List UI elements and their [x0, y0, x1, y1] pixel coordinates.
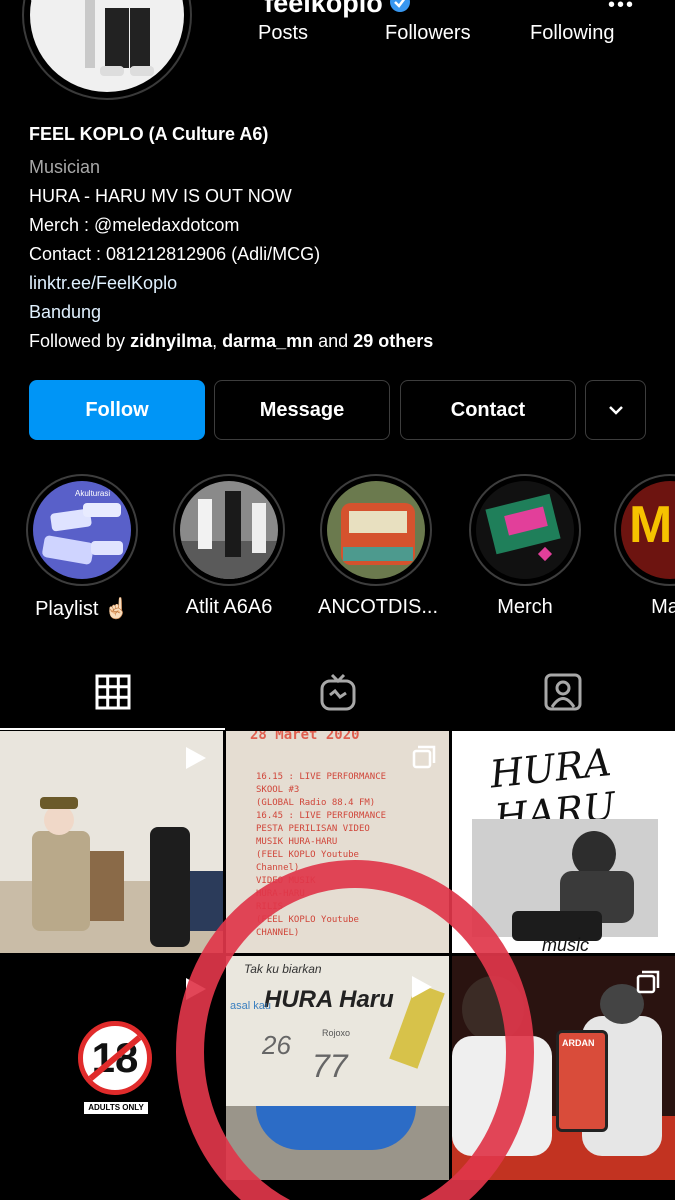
post-text: ARDAN — [562, 1038, 595, 1048]
follow-button[interactable]: Follow — [29, 380, 205, 440]
contact-button[interactable]: Contact — [400, 380, 576, 440]
following-label[interactable]: Following — [530, 22, 614, 45]
post-text: 28 Maret 2020 — [250, 731, 360, 743]
video-icon — [412, 976, 432, 998]
profile-bio: FEEL KOPLO (A Culture A6) Musician HURA … — [29, 120, 649, 356]
followers-label[interactable]: Followers — [385, 22, 471, 45]
username-text: feelkoplo — [264, 0, 383, 18]
bio-link[interactable]: linktr.ee/FeelKoplo — [29, 269, 649, 298]
schedule-line: PESTA PERILISAN VIDEO — [256, 824, 370, 834]
post-title: HURA Haru — [264, 986, 394, 1013]
bio-line: HURA - HARU MV IS OUT NOW — [29, 186, 292, 206]
profile-category: Musician — [29, 157, 101, 177]
profile-avatar[interactable] — [22, 0, 192, 100]
schedule-line: (FEEL KOPLO Youtube — [256, 850, 359, 860]
video-icon — [638, 747, 658, 769]
schedule-line: SKOOL #3 — [256, 785, 300, 795]
post-thumbnail[interactable]: Tak ku biarkan HURA Haru asal kau 26 77 … — [226, 956, 449, 1180]
tab-grid[interactable] — [0, 655, 225, 730]
age-caption: ADULTS ONLY — [84, 1102, 148, 1114]
verified-badge-icon — [389, 0, 411, 20]
posts-label[interactable]: Posts — [258, 22, 308, 45]
message-button[interactable]: Message — [214, 380, 390, 440]
more-options-icon[interactable]: ••• — [608, 0, 635, 17]
followed-and: and — [313, 331, 354, 351]
post-text: music — [542, 935, 590, 953]
tagged-icon — [544, 673, 581, 710]
highlight-label: Mas — [651, 596, 675, 618]
video-icon — [186, 978, 206, 1000]
chevron-down-icon — [608, 406, 623, 415]
post-text: Tak ku biarkan — [244, 962, 322, 976]
schedule-line: MUSIK HURA-HARU — [256, 837, 338, 847]
video-icon — [186, 747, 206, 769]
post-thumbnail[interactable]: ARDAN — [452, 956, 675, 1180]
tab-igtv[interactable] — [225, 655, 450, 728]
highlight-label: ANCOTDIS... — [318, 596, 439, 618]
schedule-line: (FEEL KOPLO Youtube — [256, 915, 359, 925]
carousel-icon — [636, 970, 660, 994]
highlight-mas[interactable]: M Mas — [612, 474, 675, 619]
schedule-line: RILIS — [256, 902, 284, 912]
schedule-line: (GLOBAL Radio 88.4 FM) — [256, 798, 376, 808]
schedule-line: HURA-HARU — [256, 889, 305, 899]
post-thumbnail[interactable]: HURA HARU music — [452, 731, 675, 953]
followed-user-1[interactable]: zidnyilma — [130, 331, 212, 351]
highlight-label: Merch — [497, 596, 553, 618]
highlight-merch[interactable]: Merch — [467, 474, 583, 619]
followed-by[interactable]: Followed by zidnyilma, darma_mn and 29 o… — [29, 327, 649, 356]
post-thumbnail[interactable]: 18 ADULTS ONLY — [0, 956, 223, 1180]
schedule-line: CHANNEL) — [256, 928, 300, 938]
post-text: asal kau — [230, 1000, 271, 1012]
followed-sep: , — [212, 331, 223, 351]
followed-others[interactable]: 29 others — [353, 331, 433, 351]
bio-contact: Contact : 081212812906 (Adli/MCG) — [29, 244, 321, 264]
grid-icon — [95, 674, 130, 709]
followed-by-text: Followed by — [29, 331, 131, 351]
highlight-playlist[interactable]: Akulturasi Playlist ☝🏻 — [24, 474, 140, 621]
tab-tagged[interactable] — [450, 655, 675, 728]
highlight-label: Atlit A6A6 — [185, 596, 273, 618]
post-thumbnail[interactable]: 28 Maret 2020 16.15 : LIVE PERFORMANCE SK… — [226, 731, 449, 953]
schedule-line: Channel) — [256, 863, 300, 873]
followed-user-2[interactable]: darma_mn — [222, 331, 313, 351]
bio-location[interactable]: Bandung — [29, 298, 649, 327]
highlight-atlit[interactable]: Atlit A6A6 — [171, 474, 287, 619]
bio-merch[interactable]: Merch : @meledaxdotcom — [29, 211, 649, 240]
suggested-dropdown-button[interactable] — [585, 380, 646, 440]
igtv-icon — [320, 673, 355, 710]
schedule-line: 16.15 : LIVE PERFORMANCE — [256, 772, 387, 782]
post-thumbnail[interactable] — [0, 731, 223, 953]
post-text: Rojoxo — [322, 1028, 351, 1038]
schedule-line: VIDEO MUSIK — [256, 876, 316, 886]
schedule-line: 16.45 : LIVE PERFORMANCE — [256, 811, 387, 821]
post-text: 77 — [312, 1048, 348, 1084]
carousel-icon — [412, 745, 436, 769]
profile-name: FEEL KOPLO (A Culture A6) — [29, 124, 269, 144]
post-text: 26 — [262, 1030, 291, 1060]
highlight-label: Playlist ☝🏻 — [35, 598, 129, 620]
profile-tabs — [0, 655, 675, 730]
highlight-ancotdis[interactable]: ANCOTDIS... — [318, 474, 439, 619]
